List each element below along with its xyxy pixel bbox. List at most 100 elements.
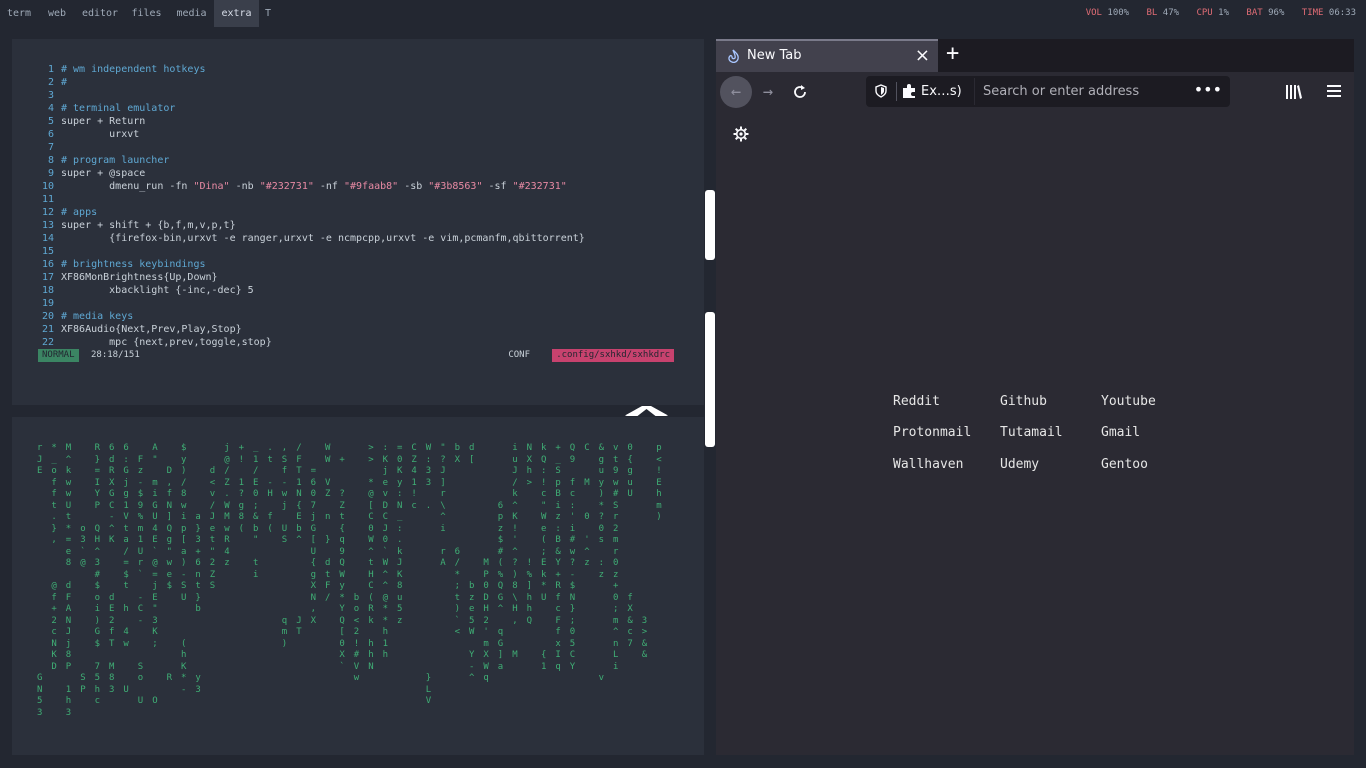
line-number: 14 [41, 233, 54, 244]
matrix-column: W W V Z n } d t F / [325, 443, 331, 603]
matrix-column: 0 { g u U f X & c 7 [627, 443, 633, 649]
close-icon[interactable]: × [915, 45, 930, 66]
code-line[interactable]: 20 # media keys [38, 310, 133, 323]
code-line[interactable]: 8 # program launcher [38, 154, 169, 167]
library-icon[interactable] [1285, 84, 1303, 100]
matrix-column: + ! 1 ? g 8 ( [238, 443, 245, 534]
workspace-web[interactable]: web [38, 0, 76, 27]
matrix-column: W : 3 3 . } L V [425, 443, 432, 706]
battery-stat: BAT 96% [1246, 8, 1285, 18]
link-wallhaven[interactable]: Wallhaven [893, 457, 963, 472]
workspace-files[interactable]: files [124, 0, 169, 27]
line-number: 18 [41, 285, 54, 296]
more-icon[interactable]: ••• [1194, 80, 1222, 99]
code-line[interactable]: 17 XF86MonBrightness{Up,Down} [38, 271, 218, 284]
tab-new-tab[interactable]: New Tab × [716, 39, 938, 72]
link-tutamail[interactable]: Tutamail [1000, 425, 1063, 440]
line-number: 20 [41, 311, 54, 322]
search-input[interactable]: Search or enter address [983, 84, 1139, 99]
line-number: 4 [47, 103, 54, 114]
code-line[interactable]: 15 [38, 245, 61, 258]
code-line[interactable]: 6 urxvt [38, 128, 139, 141]
link-gentoo[interactable]: Gentoo [1101, 457, 1148, 472]
line-number: 15 [41, 246, 54, 257]
link-protonmail[interactable]: Protonmail [893, 425, 971, 440]
reload-button[interactable] [784, 76, 816, 108]
puzzle-icon[interactable] [902, 84, 918, 99]
matrix-column: = 6 0 7 j G [ U { g X N , X [310, 466, 317, 626]
cmatrix-terminal[interactable]: r J E G N 5 3 * _ o f f t . } , @ f + 2 c… [12, 417, 704, 755]
matrix-column: _ 1 / E 0 ; & b " t i [253, 443, 259, 580]
matrix-column: + ? Z t { q 9 Q W y * Y Q [ 0 X ` [339, 454, 345, 672]
code-line[interactable]: 9 super + @space [38, 167, 145, 180]
workspace-t[interactable]: T [259, 0, 277, 27]
link-github[interactable]: Github [1000, 394, 1047, 409]
code-line[interactable]: 16 # brightness keybindings [38, 258, 206, 271]
code-text: {firefox-bin,urxvt -e ranger,urxvt -e nc… [61, 233, 585, 244]
back-button[interactable]: ← [720, 76, 752, 108]
code-line[interactable]: 5 super + Return [38, 115, 145, 128]
code-line[interactable]: 1 # wm independent hotkeys [38, 63, 206, 76]
code-comment: # brightness keybindings [61, 259, 206, 270]
code-comment: # wm independent hotkeys [61, 64, 206, 75]
matrix-column: 6 d R X G C - ^ K d E 2 f T M 8 3 [109, 443, 115, 695]
code-comment: # program launcher [61, 155, 170, 166]
line-number: 2 [47, 77, 54, 88]
code-line[interactable]: 14 {firefox-bin,urxvt -e ranger,urxvt -e… [38, 232, 585, 245]
matrix-column: F z - $ 9 % m 1 U r ` - C - S o U [137, 454, 144, 707]
workspace-media[interactable]: media [169, 0, 214, 27]
code-line[interactable]: 2 # [38, 76, 67, 89]
code-text: super + Return [61, 116, 146, 127]
code-comment: # media keys [61, 311, 134, 322]
link-reddit[interactable]: Reddit [893, 394, 940, 409]
line-number: 8 [47, 155, 54, 166]
shield-icon[interactable] [875, 84, 887, 98]
code-line[interactable]: 7 [38, 141, 61, 154]
system-stats: VOL 100% BL 47% CPU 1% BAT 96% TIME 06:3… [1074, 0, 1356, 27]
vim-editor-window[interactable]: 1 # wm independent hotkeys 2 #3 4 # terminal … [12, 39, 704, 405]
link-youtube[interactable]: Youtube [1101, 394, 1156, 409]
code-comment: # terminal emulator [61, 103, 176, 114]
matrix-column: d < v / J e t " 2 Z S [209, 466, 216, 591]
code-line[interactable]: 22 mpc {next,prev,toggle,stop} [38, 336, 272, 349]
code-line[interactable]: 19 [38, 297, 61, 310]
forward-button[interactable]: → [752, 76, 784, 108]
extension-label[interactable]: Ex…s) [921, 84, 962, 99]
code-line[interactable]: 21 XF86Audio{Next,Prev,Play,Stop} [38, 323, 242, 336]
menu-icon[interactable] [1327, 84, 1341, 98]
workspace-extra[interactable]: extra [214, 0, 259, 27]
url-bar[interactable]: Ex…s) Search or enter address ••• [866, 76, 1230, 107]
url-divider [974, 78, 975, 105]
matrix-column: d [ b z e 5 W Y - ^ [469, 443, 475, 683]
link-udemy[interactable]: Udemy [1000, 457, 1039, 472]
volume-stat: VOL 100% [1085, 8, 1130, 18]
gear-icon[interactable] [733, 126, 749, 142]
matrix-column: M P 0 D H 2 ' m X W q [483, 558, 489, 683]
code-line[interactable]: 10 dmenu_run -fn "Dina" -nb "#232731" -n… [38, 180, 567, 193]
line-number: 13 [41, 220, 54, 231]
matrix-column: > > * @ [ C 0 W ^ t H C ( R k h h N [368, 443, 374, 672]
code-text: xbacklight {-inc,-dec} 5 [61, 285, 254, 296]
code-line[interactable]: 4 # terminal emulator [38, 102, 175, 115]
line-number: 19 [41, 298, 54, 309]
code-line[interactable]: 18 xbacklight {-inc,-dec} 5 [38, 284, 254, 297]
code-text: super + @space [61, 168, 146, 179]
matrix-column: 6 : G j g 1 V t a / = $ t h 4 w U [123, 443, 129, 695]
code-line[interactable]: 12 # apps [38, 206, 97, 219]
filename-indicator: .config/sxhkd/sxhkdrc [552, 349, 674, 362]
wallpaper-fragment [705, 190, 715, 260]
code-line[interactable]: 13 super + shift + {b,f,m,v,p,t} [38, 219, 236, 232]
code-line[interactable]: 11 [38, 193, 61, 206]
matrix-column: * _ o f f t . } , @ f + 2 c N K D [51, 443, 57, 672]
workspace-editor[interactable]: editor [76, 0, 124, 27]
code-line[interactable]: 3 [38, 89, 61, 102]
firefox-window[interactable]: New Tab × + ← → Ex…s) Search or enter ad… [716, 39, 1354, 755]
backlight-stat: BL 47% [1146, 8, 1180, 18]
link-gmail[interactable]: Gmail [1101, 425, 1140, 440]
line-number: 12 [41, 207, 54, 218]
plus-icon[interactable]: + [946, 41, 959, 66]
matrix-column: , S f - w j U S q m ) [281, 443, 288, 649]
matrix-column: k Q : ! c " W e ( ; E k * U { 1 [541, 443, 547, 672]
matrix-column: M ^ k w w U t * = e 8 d F A N J j 8 P 1 … [65, 443, 72, 718]
workspace-term[interactable]: term [0, 0, 38, 27]
